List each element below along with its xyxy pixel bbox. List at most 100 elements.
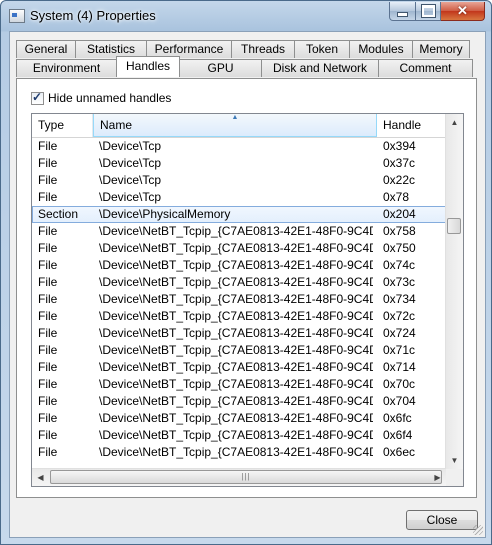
row-name-cell: \Device\Tcp — [99, 156, 162, 170]
list-header: Type ▲ Name Handle — [32, 114, 446, 138]
row-type-cell: File — [38, 326, 58, 340]
table-row[interactable]: File \Device\NetBT_Tcpip_{C7AE0813-42E1-4… — [32, 291, 446, 308]
dialog-client-area: General Statistics Performance Threads Token… — [9, 31, 486, 538]
table-row[interactable]: File \Device\Tcp 0x78 — [32, 189, 446, 206]
row-handle-cell: 0x73c — [383, 275, 416, 289]
row-handle-cell: 0x74c — [383, 258, 416, 272]
tab-handles[interactable]: Handles — [116, 56, 180, 77]
tab-row-top: General Statistics Performance Threads Token… — [16, 40, 470, 58]
minimize-icon — [397, 11, 408, 17]
window-app-icon[interactable] — [9, 9, 25, 23]
title-bar[interactable]: System (4) Properties ✕ — [1, 1, 491, 31]
row-name-cell: \Device\NetBT_Tcpip_{C7AE0813-42E1-48F0-… — [99, 326, 373, 340]
tab-general[interactable]: General — [16, 40, 76, 58]
row-name-cell: \Device\NetBT_Tcpip_{C7AE0813-42E1-48F0-… — [99, 241, 373, 255]
table-row[interactable]: File \Device\NetBT_Tcpip_{C7AE0813-42E1-4… — [32, 240, 446, 257]
tab-token[interactable]: Token — [294, 40, 350, 58]
hide-unnamed-label: Hide unnamed handles — [48, 91, 172, 105]
row-name-cell: \Device\NetBT_Tcpip_{C7AE0813-42E1-48F0-… — [99, 309, 373, 323]
tab-modules[interactable]: Modules — [349, 40, 413, 58]
row-type-cell: File — [38, 377, 58, 391]
vertical-scroll-thumb[interactable] — [447, 218, 461, 234]
row-type-cell: File — [38, 292, 58, 306]
row-type-cell: File — [38, 411, 58, 425]
scroll-left-button[interactable]: ◀ — [32, 469, 49, 486]
table-row[interactable]: File \Device\NetBT_Tcpip_{C7AE0813-42E1-4… — [32, 342, 446, 359]
row-name-cell: \Device\PhysicalMemory — [99, 207, 231, 221]
row-name-cell: \Device\NetBT_Tcpip_{C7AE0813-42E1-48F0-… — [99, 343, 373, 357]
properties-window: System (4) Properties ✕ General Statistic… — [0, 0, 492, 545]
row-handle-cell: 0x6fc — [383, 411, 412, 425]
resize-grip-icon[interactable] — [473, 525, 483, 535]
row-handle-cell: 0x6ec — [383, 445, 416, 459]
row-type-cell: File — [38, 309, 58, 323]
table-row[interactable]: File \Device\NetBT_Tcpip_{C7AE0813-42E1-4… — [32, 359, 446, 376]
scroll-up-button[interactable]: ▲ — [446, 114, 463, 131]
row-name-cell: \Device\Tcp — [99, 190, 162, 204]
scroll-right-button[interactable]: ▶ — [429, 469, 446, 486]
tab-row-bottom: Environment Handles GPU Disk and Network Com… — [16, 56, 473, 77]
row-name-cell: \Device\NetBT_Tcpip_{C7AE0813-42E1-48F0-… — [99, 445, 373, 459]
tab-disk-and-network[interactable]: Disk and Network — [261, 59, 379, 77]
row-type-cell: File — [38, 343, 58, 357]
column-header-type[interactable]: Type — [32, 114, 93, 137]
hide-unnamed-option[interactable]: Hide unnamed handles — [31, 90, 172, 105]
table-row[interactable]: File \Device\NetBT_Tcpip_{C7AE0813-42E1-4… — [32, 427, 446, 444]
table-row[interactable]: File \Device\NetBT_Tcpip_{C7AE0813-42E1-4… — [32, 444, 446, 461]
scroll-corner — [446, 469, 463, 486]
close-button[interactable]: Close — [406, 510, 478, 530]
row-type-cell: File — [38, 428, 58, 442]
row-name-cell: \Device\NetBT_Tcpip_{C7AE0813-42E1-48F0-… — [99, 275, 373, 289]
table-row[interactable]: File \Device\NetBT_Tcpip_{C7AE0813-42E1-4… — [32, 376, 446, 393]
row-type-cell: File — [38, 275, 58, 289]
sort-ascending-icon: ▲ — [231, 114, 239, 121]
minimize-button[interactable] — [389, 2, 416, 21]
vertical-scrollbar[interactable]: ▲ ▼ — [445, 114, 463, 469]
table-row[interactable]: File \Device\NetBT_Tcpip_{C7AE0813-42E1-4… — [32, 308, 446, 325]
list-rows: File \Device\Tcp 0x394 File \Device\Tcp 0x37c… — [32, 138, 446, 461]
row-type-cell: File — [38, 224, 58, 238]
row-type-cell: File — [38, 258, 58, 272]
window-title: System (4) Properties — [30, 8, 156, 23]
tab-comment[interactable]: Comment — [378, 59, 473, 77]
close-window-button[interactable]: ✕ — [441, 2, 485, 21]
tab-memory[interactable]: Memory — [412, 40, 470, 58]
caption-buttons: ✕ — [389, 2, 485, 21]
table-row[interactable]: File \Device\Tcp 0x22c — [32, 172, 446, 189]
tab-threads[interactable]: Threads — [231, 40, 295, 58]
table-row[interactable]: File \Device\Tcp 0x37c — [32, 155, 446, 172]
table-row[interactable]: File \Device\NetBT_Tcpip_{C7AE0813-42E1-4… — [32, 274, 446, 291]
table-row[interactable]: File \Device\NetBT_Tcpip_{C7AE0813-42E1-4… — [32, 223, 446, 240]
row-handle-cell: 0x394 — [383, 139, 416, 153]
maximize-button[interactable] — [416, 2, 441, 21]
maximize-icon — [421, 5, 435, 17]
row-handle-cell: 0x6f4 — [383, 428, 413, 442]
row-type-cell: File — [38, 173, 58, 187]
tab-gpu[interactable]: GPU — [179, 59, 262, 77]
scroll-down-button[interactable]: ▼ — [446, 452, 463, 469]
horizontal-scroll-thumb[interactable]: ||| — [50, 470, 442, 484]
row-name-cell: \Device\NetBT_Tcpip_{C7AE0813-42E1-48F0-… — [99, 411, 373, 425]
column-header-name-label: Name — [100, 118, 133, 132]
table-row[interactable]: File \Device\NetBT_Tcpip_{C7AE0813-42E1-4… — [32, 257, 446, 274]
row-handle-cell: 0x78 — [383, 190, 410, 204]
row-name-cell: \Device\NetBT_Tcpip_{C7AE0813-42E1-48F0-… — [99, 292, 373, 306]
tab-environment[interactable]: Environment — [16, 59, 117, 77]
table-row[interactable]: Section \Device\PhysicalMemory 0x204 — [32, 206, 446, 223]
table-row[interactable]: File \Device\NetBT_Tcpip_{C7AE0813-42E1-4… — [32, 410, 446, 427]
handles-list[interactable]: Type ▲ Name Handle File \Device\Tcp 0x394 F… — [31, 113, 464, 487]
column-header-handle[interactable]: Handle — [377, 114, 446, 137]
hide-unnamed-checkbox[interactable] — [31, 90, 44, 105]
row-type-cell: Section — [38, 207, 79, 221]
horizontal-scrollbar[interactable]: ◀ ||| ▶ — [32, 468, 446, 486]
row-handle-cell: 0x37c — [383, 156, 416, 170]
row-handle-cell: 0x704 — [383, 394, 416, 408]
table-row[interactable]: File \Device\Tcp 0x394 — [32, 138, 446, 155]
table-row[interactable]: File \Device\NetBT_Tcpip_{C7AE0813-42E1-4… — [32, 325, 446, 342]
row-name-cell: \Device\Tcp — [99, 173, 162, 187]
row-handle-cell: 0x750 — [383, 241, 416, 255]
row-handle-cell: 0x70c — [383, 377, 416, 391]
table-row[interactable]: File \Device\NetBT_Tcpip_{C7AE0813-42E1-4… — [32, 393, 446, 410]
close-icon: ✕ — [457, 3, 468, 18]
column-header-name[interactable]: ▲ Name — [93, 114, 377, 137]
